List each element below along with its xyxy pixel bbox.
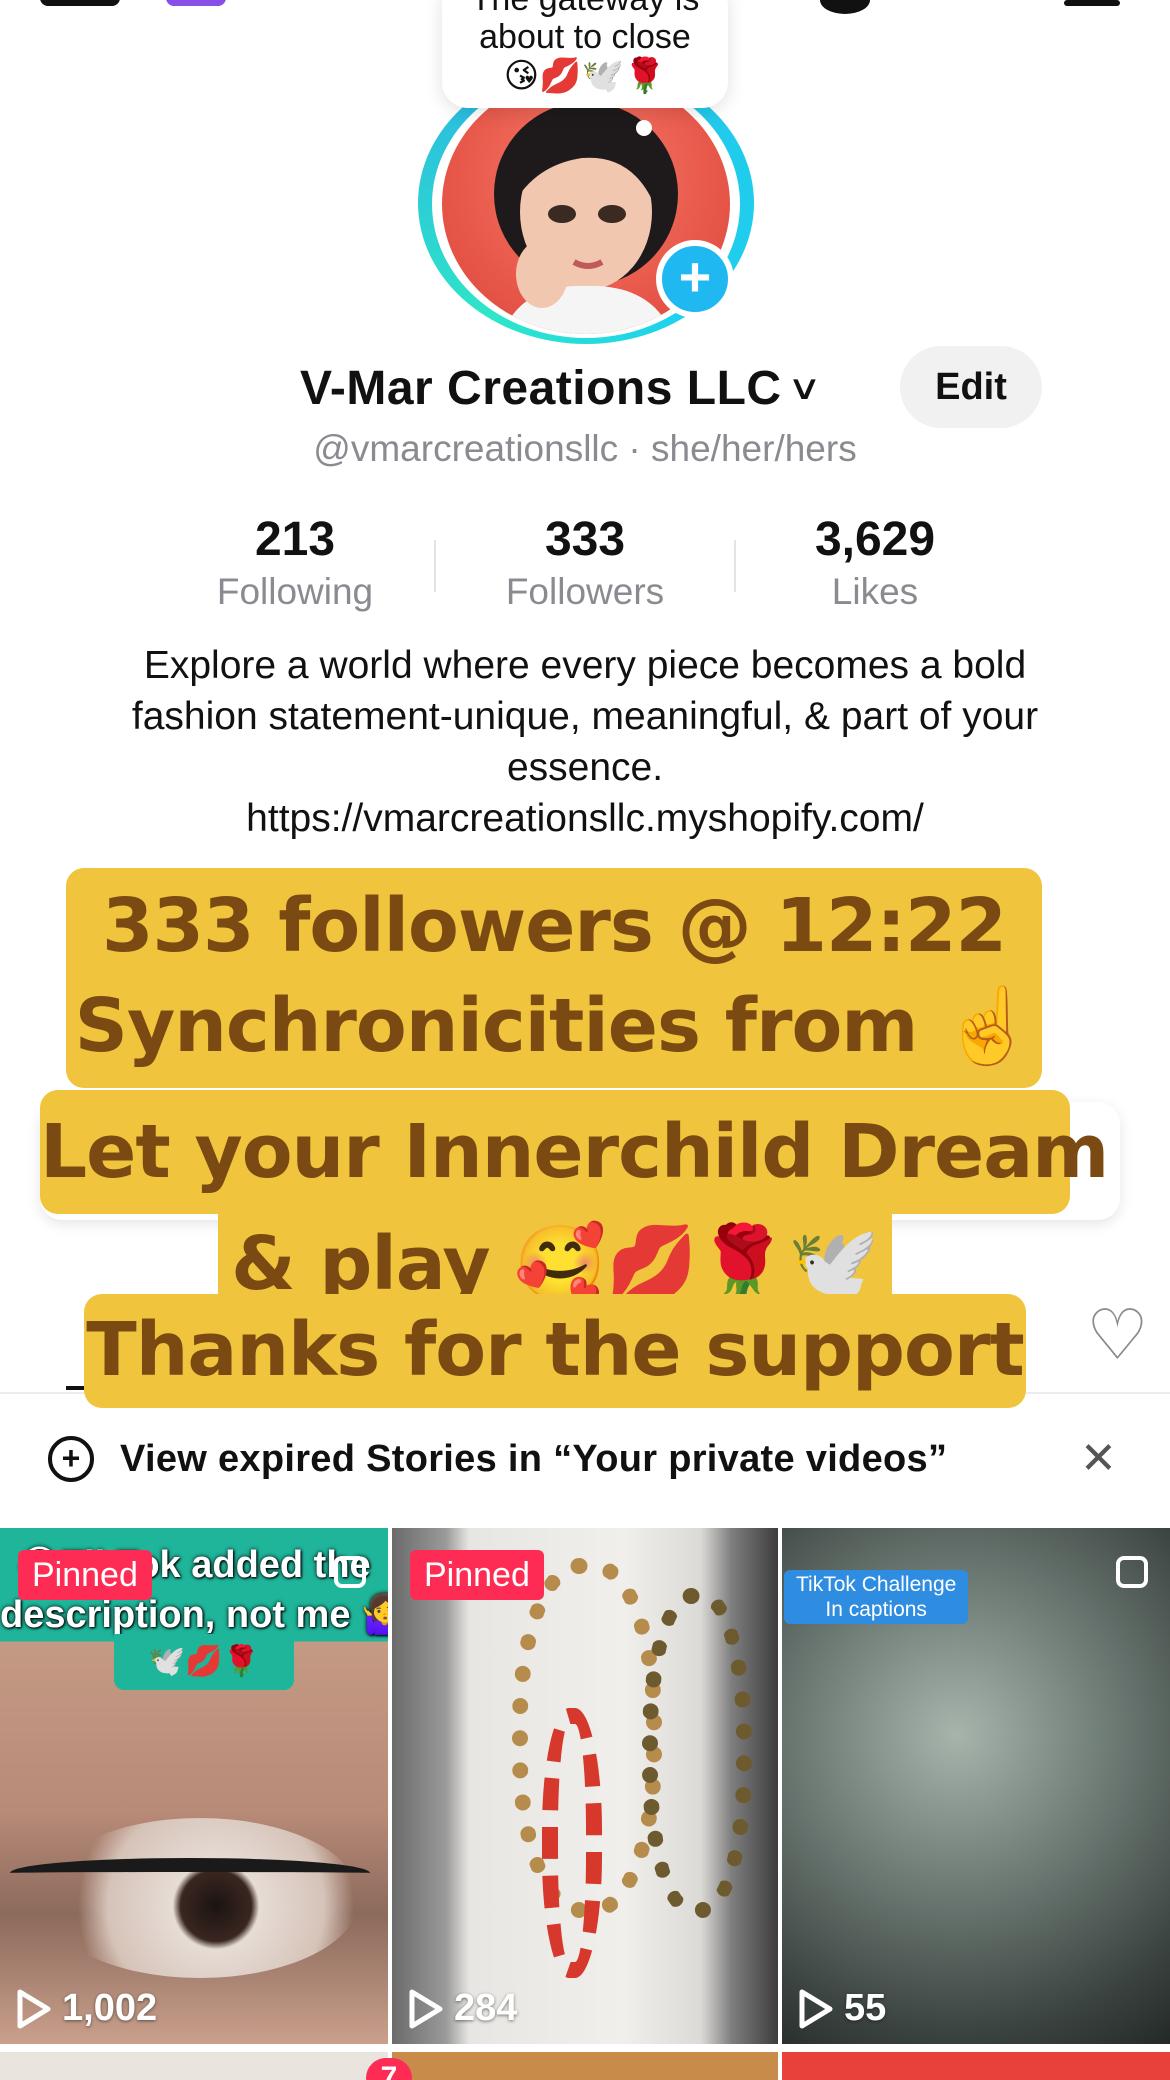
- stat-following[interactable]: 213 Following: [150, 510, 440, 620]
- play-icon: [798, 1989, 834, 2029]
- display-name: V-Mar Creations LLC: [300, 361, 782, 415]
- close-icon[interactable]: ✕: [1080, 1434, 1117, 1484]
- view-count: 284: [408, 1987, 517, 2030]
- thumbnail-overlay-line: description, not me 🤷‍♀️: [0, 1594, 388, 1636]
- profile-stats: 213 Following 333 Followers 3,629 Likes: [150, 510, 1020, 620]
- story-note-bubble[interactable]: The gateway is about to close 😘💋🕊️🌹: [442, 0, 728, 108]
- thumbnail-eye: [40, 1818, 360, 1978]
- select-icon[interactable]: [1116, 1556, 1148, 1588]
- view-count: 55: [798, 1987, 886, 2030]
- caption-block-4: Thanks for the support: [84, 1294, 1026, 1408]
- edit-profile-button[interactable]: Edit: [900, 346, 1042, 428]
- caption-block-2: Let your Innerchild Dream: [40, 1090, 1109, 1214]
- thumbnail-lash: [10, 1858, 370, 1888]
- caption-line: Thanks for the support: [86, 1307, 1024, 1393]
- heart-icon[interactable]: ♡: [1086, 1300, 1149, 1370]
- caption-block-1: 333 followers @ 12:22 Synchronicities fr…: [66, 868, 1042, 1088]
- caption-line: Synchronicities from ☝️: [74, 983, 1035, 1069]
- next-row-tile[interactable]: [0, 2052, 388, 2080]
- view-count-value: 55: [844, 1987, 887, 2029]
- thumbnail-necklace: [542, 1708, 602, 1978]
- bio-link[interactable]: https://vmarcreationsllc.myshopify.com/: [246, 797, 924, 840]
- add-story-button[interactable]: +: [656, 240, 734, 318]
- thumbnail-overlay-emojis: 🕊️💋🌹: [114, 1634, 294, 1690]
- story-note-emojis: 😘💋🕊️🌹: [503, 56, 667, 96]
- pinned-badge: Pinned: [410, 1550, 544, 1600]
- play-icon: [16, 1989, 52, 2029]
- stat-divider: [734, 540, 736, 592]
- bio: Explore a world where every piece become…: [100, 640, 1070, 844]
- story-note-tail: [636, 120, 652, 136]
- thumbnail-necklace: [642, 1588, 752, 1918]
- video-tile[interactable]: 😂TikTok added the description, not me 🤷‍…: [0, 1528, 388, 2044]
- stat-label: Likes: [831, 571, 919, 612]
- stat-value: 333: [544, 513, 626, 566]
- view-count-value: 284: [454, 1987, 518, 2029]
- pinned-badge: Pinned: [18, 1550, 152, 1600]
- video-tile[interactable]: TikTok Challenge In captions 55: [782, 1528, 1170, 2044]
- status-bar-fragment: [40, 0, 120, 6]
- caption-line: Let your Innerchild Dream: [40, 1109, 1109, 1195]
- status-bar-fragment: [1064, 0, 1120, 6]
- stat-followers[interactable]: 333 Followers: [440, 510, 730, 620]
- status-bar-fragment: [166, 0, 226, 6]
- story-note-line1: The gateway is: [442, 0, 728, 18]
- handle-pronouns: @vmarcreationsllc · she/her/hers: [313, 428, 857, 469]
- story-note-line2: about to close: [479, 18, 691, 56]
- thumbnail-label: TikTok Challenge In captions: [784, 1570, 969, 1624]
- stat-label: Followers: [505, 571, 665, 612]
- next-row-tile[interactable]: [392, 2052, 778, 2080]
- stat-value: 3,629: [814, 513, 936, 566]
- view-count: 1,002: [16, 1987, 157, 2030]
- stat-label: Following: [216, 571, 374, 612]
- stat-value: 213: [254, 513, 336, 566]
- next-row-tile[interactable]: [782, 2052, 1170, 2080]
- bio-text: Explore a world where every piece become…: [131, 644, 1039, 789]
- select-icon[interactable]: [334, 1556, 366, 1588]
- stat-divider: [434, 540, 436, 592]
- status-bar-fragment: [820, 0, 870, 14]
- chevron-down-icon: ∨: [786, 369, 822, 407]
- stat-likes[interactable]: 3,629 Likes: [730, 510, 1020, 620]
- video-grid: 😂TikTok added the description, not me 🤷‍…: [0, 1528, 1170, 2048]
- notice-text: View expired Stories in “Your private vi…: [120, 1438, 948, 1480]
- account-switcher[interactable]: V-Mar Creations LLC ∨: [300, 358, 821, 418]
- view-count-value: 1,002: [62, 1987, 158, 2029]
- story-plus-icon: +: [48, 1436, 94, 1482]
- play-icon: [408, 1989, 444, 2029]
- caption-line: 333 followers @ 12:22: [102, 883, 1007, 969]
- tab-indicator: [66, 1386, 86, 1390]
- video-tile[interactable]: Pinned 284: [392, 1528, 778, 2044]
- expired-stories-notice[interactable]: + View expired Stories in “Your private …: [0, 1396, 1170, 1526]
